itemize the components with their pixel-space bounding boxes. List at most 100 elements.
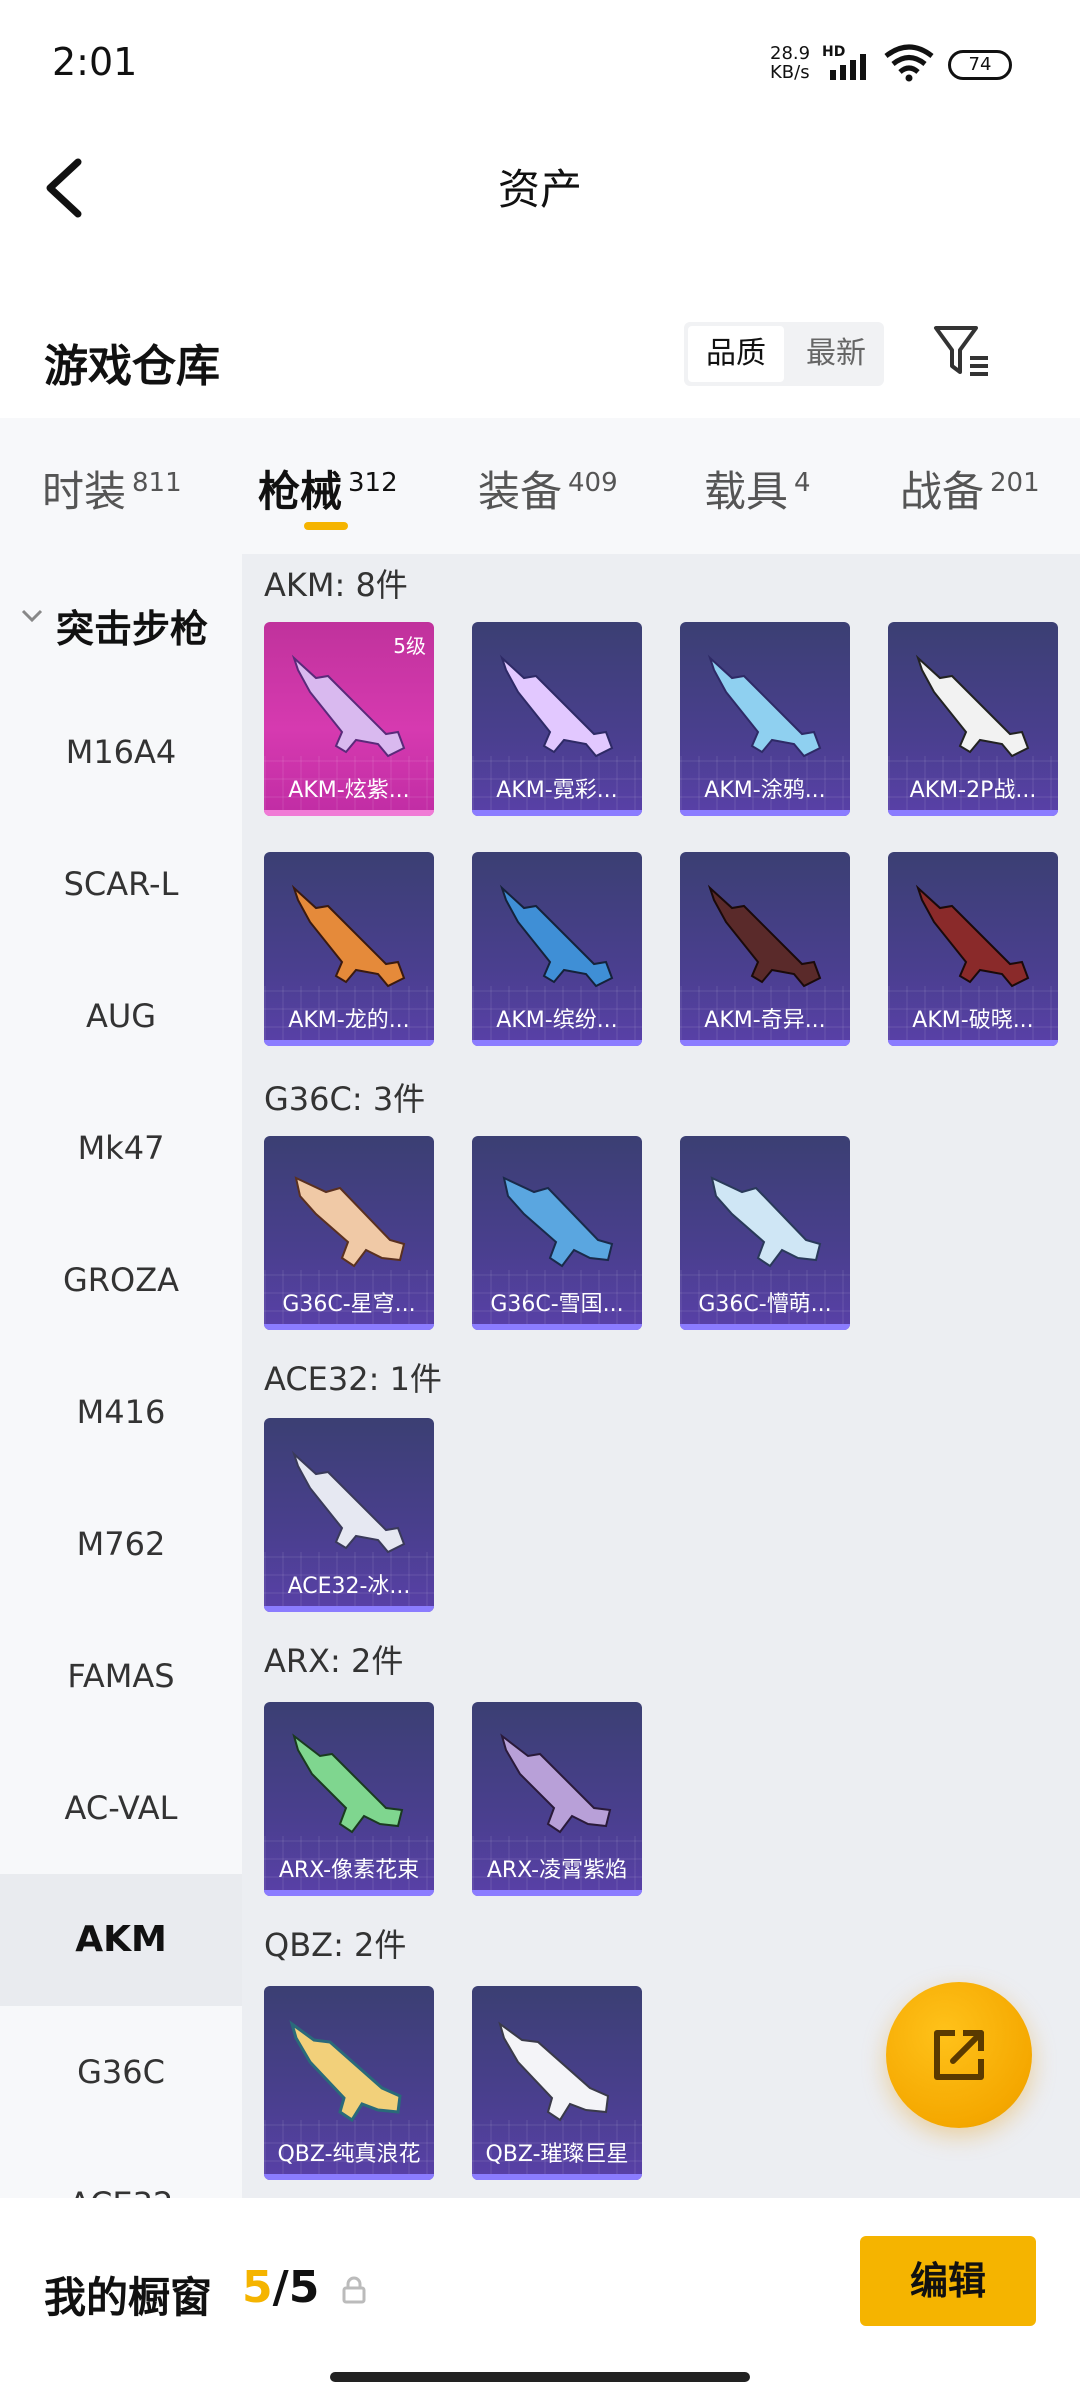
sidebar-item-mk47[interactable]: Mk47 — [0, 1082, 242, 1214]
weapon-card[interactable]: G36C-雪国... — [472, 1136, 642, 1330]
tab-label: 枪械 — [258, 467, 343, 516]
weapon-card[interactable]: G36C-星穹... — [264, 1136, 434, 1330]
weapon-card[interactable]: ARX-像素花束 — [264, 1702, 434, 1896]
tab-label: 战备 — [900, 467, 985, 516]
tab-count: 312 — [348, 468, 398, 498]
section-title-qbz: QBZ: 2件 — [264, 1926, 407, 1964]
weapon-image — [498, 2021, 610, 2122]
share-button[interactable] — [886, 1982, 1032, 2128]
weapon-image — [500, 1733, 612, 1834]
speed-value: 28.9 — [770, 43, 811, 64]
weapon-card[interactable]: AKM-奇异... — [680, 852, 850, 1046]
sidebar-item-m762[interactable]: M762 — [0, 1478, 242, 1610]
tab-count: 811 — [132, 468, 182, 498]
sidebar-group-label: 突击步枪 — [56, 607, 209, 651]
rarity-bar — [472, 1040, 642, 1046]
edit-button[interactable]: 编辑 — [860, 2236, 1036, 2326]
weapon-name: AKM-破晓... — [912, 1008, 1034, 1033]
weapon-card[interactable]: AKM-涂鸦... — [680, 622, 850, 816]
tab-label: 装备 — [478, 467, 563, 516]
weapon-image — [710, 1176, 822, 1268]
weapon-card[interactable]: ARX-凌霄紫焰 — [472, 1702, 642, 1896]
weapon-card[interactable]: AKM-龙的... — [264, 852, 434, 1046]
home-indicator — [330, 2372, 750, 2382]
rarity-bar — [680, 810, 850, 816]
sidebar-item-ace32[interactable]: ACE32 — [0, 2138, 242, 2198]
weapon-type-sidebar: 突击步枪 M16A4 SCAR-L AUG Mk47 GROZA M416 M7… — [0, 554, 242, 2198]
sidebar-item-m416[interactable]: M416 — [0, 1346, 242, 1478]
tab-fashion[interactable]: 时装 811 — [42, 458, 182, 519]
sidebar-item-m16a4[interactable]: M16A4 — [0, 686, 242, 818]
lock-icon — [342, 2276, 366, 2304]
weapon-image — [292, 1733, 404, 1834]
weapon-card[interactable]: AKM-缤纷... — [472, 852, 642, 1046]
sort-quality[interactable]: 品质 — [688, 326, 784, 382]
showcase-current: 5 — [242, 2262, 273, 2313]
share-icon — [934, 2030, 984, 2080]
section-title-akm: AKM: 8件 — [264, 566, 408, 604]
sidebar-item-akm[interactable]: AKM — [0, 1874, 242, 2006]
tab-active-indicator — [304, 522, 348, 530]
weapon-card[interactable]: QBZ-璀璨巨星 — [472, 1986, 642, 2180]
weapon-card[interactable]: QBZ-纯真浪花 — [264, 1986, 434, 2180]
tab-label: 时装 — [42, 467, 127, 516]
page-title: 资产 — [497, 165, 582, 214]
weapon-image — [707, 884, 822, 988]
weapon-name: AKM-炫紫... — [288, 778, 410, 803]
weapon-name: AKM-涂鸦... — [704, 778, 826, 803]
sidebar-item-famas[interactable]: FAMAS — [0, 1610, 242, 1742]
rarity-bar — [680, 1324, 850, 1330]
weapon-name: ARX-凌霄紫焰 — [486, 1858, 628, 1883]
weapon-card[interactable]: AKM-2P战... — [888, 622, 1058, 816]
sidebar-item-aug[interactable]: AUG — [0, 950, 242, 1082]
tab-equipment[interactable]: 装备 409 — [478, 458, 618, 519]
speed-unit: KB/s — [770, 62, 810, 83]
warehouse-title: 游戏仓库 — [44, 341, 220, 392]
weapon-card[interactable]: G36C-懵萌... — [680, 1136, 850, 1330]
showcase-label: 我的橱窗 — [44, 2273, 213, 2322]
rarity-bar — [264, 810, 434, 816]
sort-newest[interactable]: 最新 — [788, 322, 884, 386]
sidebar-item-scar-l[interactable]: SCAR-L — [0, 818, 242, 950]
category-tabs: 时装 811 枪械 312 装备 409 载具 4 战备 201 — [0, 418, 1080, 554]
weapon-card[interactable]: AKM-破晓... — [888, 852, 1058, 1046]
rarity-bar — [472, 1324, 642, 1330]
rarity-bar — [888, 1040, 1058, 1046]
rarity-bar — [264, 1890, 434, 1896]
level-badge: 5级 — [393, 634, 426, 658]
tab-supplies[interactable]: 战备 201 — [900, 458, 1040, 519]
filter-icon[interactable] — [930, 320, 994, 384]
showcase-count: 5/5 — [242, 2262, 319, 2313]
weapon-image — [915, 654, 1030, 758]
weapon-image — [291, 884, 406, 988]
weapon-name: G36C-懵萌... — [698, 1292, 832, 1317]
section-title-ace32: ACE32: 1件 — [264, 1360, 442, 1398]
wifi-icon — [884, 44, 934, 82]
weapon-card[interactable]: AKM-霓彩... — [472, 622, 642, 816]
weapon-name: ACE32-冰... — [287, 1574, 411, 1599]
weapon-image — [499, 654, 614, 758]
showcase-total: /5 — [272, 2262, 320, 2313]
tab-vehicles[interactable]: 载具 4 — [704, 458, 811, 519]
rarity-bar — [264, 2174, 434, 2180]
rarity-bar — [472, 810, 642, 816]
tab-guns[interactable]: 枪械 312 — [258, 458, 398, 519]
sidebar-item-groza[interactable]: GROZA — [0, 1214, 242, 1346]
status-time: 2:01 — [52, 40, 138, 84]
section-title-g36c: G36C: 3件 — [264, 1080, 426, 1118]
rarity-bar — [264, 1606, 434, 1612]
weapon-image — [289, 2020, 402, 2123]
network-speed: 28.9 KB/s — [770, 44, 810, 82]
weapon-card[interactable]: 5级 AKM-炫紫... — [264, 622, 434, 816]
sidebar-group-assault-rifles[interactable]: 突击步枪 — [0, 554, 242, 686]
screen: 2:01 28.9 KB/s HD 74 资产 游戏仓库 品质 最新 时装 81… — [0, 0, 1080, 2400]
rarity-bar — [264, 1040, 434, 1046]
weapon-card[interactable]: ACE32-冰... — [264, 1418, 434, 1612]
battery-indicator: 74 — [948, 50, 1012, 80]
sidebar-item-g36c[interactable]: G36C — [0, 2006, 242, 2138]
weapon-name: QBZ-纯真浪花 — [277, 2142, 421, 2167]
rarity-bar — [680, 1040, 850, 1046]
sidebar-item-ac-val[interactable]: AC-VAL — [0, 1742, 242, 1874]
weapon-image — [915, 884, 1030, 988]
rarity-bar — [472, 2174, 642, 2180]
